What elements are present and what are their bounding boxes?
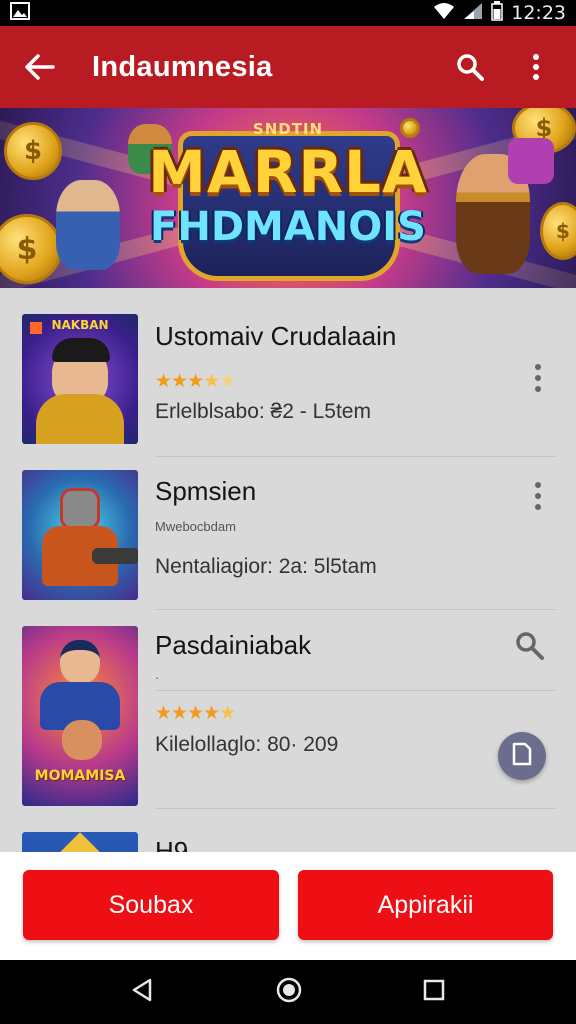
more-vert-icon[interactable] [526, 358, 550, 398]
robot-head [60, 488, 100, 530]
app-title: Indaumnesia [92, 50, 273, 83]
logo-title-line2: FHDMANOIS [150, 204, 426, 250]
signal-icon [463, 2, 483, 25]
rating-stars: ★★★★★ [155, 703, 236, 724]
game-banner[interactable]: $ $ $ $ SNDTIN MARRLA FHDMANOIS [0, 108, 576, 288]
game-thumbnail [22, 832, 138, 852]
home-circle-icon[interactable] [275, 976, 303, 1009]
fab-button[interactable] [498, 732, 546, 780]
screen: 12:23 Indaumnesia $ $ $ $ SNDTIN MARRLA [0, 0, 576, 1024]
divider [155, 609, 556, 610]
item-subtitle: Erlelblsabo: ₴2 - L5tem [155, 400, 371, 423]
navigation-bar [0, 960, 576, 1024]
more-vert-icon[interactable] [526, 476, 550, 516]
logo-title-line1: MARRLA [148, 138, 428, 206]
left-action-button[interactable]: Soubax [23, 870, 279, 940]
item-title: H9 [155, 836, 189, 852]
game-thumbnail: NAKBAN [22, 314, 138, 444]
hero-face-lower [62, 720, 102, 760]
divider [155, 690, 556, 691]
divider [155, 456, 556, 457]
thumbnail-title: MOMAMISA [34, 768, 126, 784]
action-bar: Soubax Appirakii [0, 852, 576, 960]
back-triangle-icon[interactable] [130, 977, 156, 1008]
document-icon [512, 742, 532, 771]
status-time: 12:23 [511, 2, 566, 24]
item-tagline: · [155, 670, 160, 685]
logo-small-text: SNDTIN [252, 120, 324, 138]
wifi-icon [433, 2, 455, 25]
search-icon[interactable] [514, 630, 546, 667]
status-bar: 12:23 [0, 0, 576, 26]
cannon [92, 548, 138, 564]
item-subtitle: Kilelollaglo: 80· 209 [155, 733, 339, 756]
item-title: Ustomaiv Crudalaain [155, 321, 397, 351]
hero-face [60, 640, 100, 684]
game-thumbnail: MOMAMISA [22, 626, 138, 806]
divider [155, 808, 556, 809]
badge-icon [30, 322, 42, 334]
item-title: Pasdainiabak [155, 630, 312, 660]
search-icon[interactable] [448, 45, 492, 89]
back-arrow-icon[interactable] [18, 45, 62, 89]
hero-hair [52, 338, 110, 362]
status-icons: 12:23 [433, 0, 566, 26]
image-icon [10, 1, 30, 25]
recents-square-icon[interactable] [422, 978, 446, 1007]
gem-icon [60, 832, 100, 852]
battery-icon [491, 0, 503, 26]
hero-armor [36, 394, 124, 444]
more-vert-icon[interactable] [514, 45, 558, 89]
game-list: NAKBAN Ustomaiv Crudalaain ★★★★★ Erlelbl… [0, 288, 576, 852]
app-bar: Indaumnesia [0, 26, 576, 108]
right-action-button[interactable]: Appirakii [298, 870, 553, 940]
item-title: Spmsien [155, 476, 257, 506]
item-tagline: Mwebocbdam [155, 519, 236, 534]
item-subtitle: Nentaliagior: 2a: 5l5tam [155, 555, 377, 578]
game-thumbnail [22, 470, 138, 600]
rating-stars: ★★★★★ [155, 371, 236, 392]
